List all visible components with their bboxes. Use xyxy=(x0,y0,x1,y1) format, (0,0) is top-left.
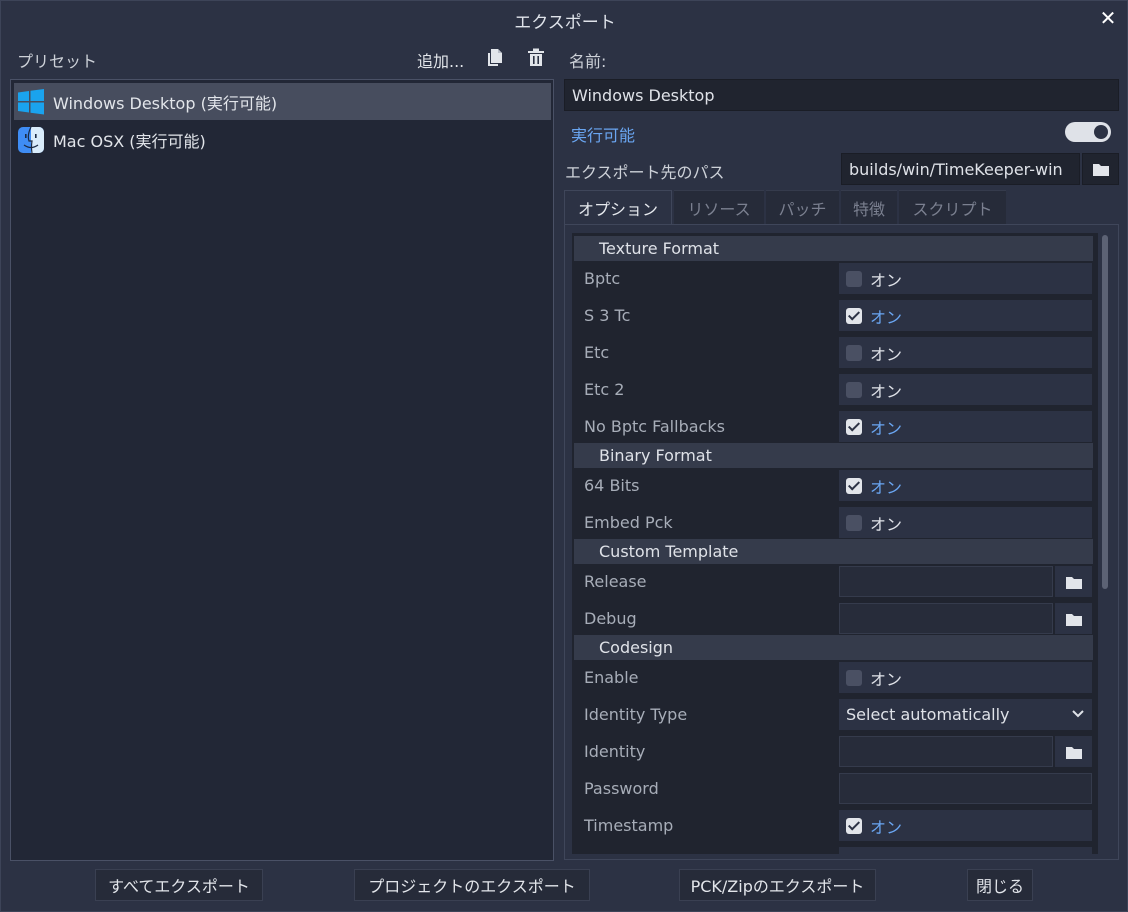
section-codesign: Codesign xyxy=(574,635,1093,660)
tab-options[interactable]: オプション xyxy=(564,190,672,225)
export-all-button[interactable]: すべてエクスポート xyxy=(95,869,263,901)
add-preset-button[interactable]: 追加... xyxy=(417,48,464,72)
on-text: オン xyxy=(870,344,903,364)
preset-item-mac-osx[interactable]: Mac OSX (実行可能) xyxy=(14,121,551,158)
prop-value-embed-pck: オン xyxy=(839,507,1092,538)
name-field[interactable]: Windows Desktop xyxy=(564,79,1119,111)
prop-label-timestamp: Timestamp xyxy=(584,816,674,835)
prop-label-identity-type: Identity Type xyxy=(584,705,688,724)
prop-label-64-bits: 64 Bits xyxy=(584,476,640,495)
preset-item-windows-desktop[interactable]: Windows Desktop (実行可能) xyxy=(14,83,551,120)
options-scrollbar[interactable] xyxy=(1102,235,1108,589)
on-text: オン xyxy=(870,669,903,689)
prop-value-etc2: オン xyxy=(839,374,1092,405)
prop-label-bptc: Bptc xyxy=(584,269,621,288)
windows-logo-icon xyxy=(18,88,44,114)
folder-icon xyxy=(1092,164,1109,176)
prop-value-partial-row xyxy=(839,847,1092,854)
export-path-browse-button[interactable] xyxy=(1082,153,1119,185)
bptc-checkbox[interactable] xyxy=(846,270,862,287)
presets-label: プリセット xyxy=(17,52,98,71)
prop-label-etc2: Etc 2 xyxy=(584,380,625,399)
timestamp-checkbox[interactable] xyxy=(846,817,862,834)
on-text: オン xyxy=(870,381,903,401)
on-text: オン xyxy=(870,270,903,290)
runnable-toggle[interactable] xyxy=(1065,122,1111,142)
section-binary-format: Binary Format xyxy=(574,443,1093,468)
preset-list: Windows Desktop (実行可能) Mac OSX (実行可能) xyxy=(10,79,554,861)
prop-label-s3tc: S 3 Tc xyxy=(584,306,631,325)
chevron-down-icon xyxy=(1072,710,1084,718)
preset-label: Mac OSX (実行可能) xyxy=(53,131,206,151)
export-pck-zip-button[interactable]: PCK/Zipのエクスポート xyxy=(679,869,876,901)
toggle-knob xyxy=(1094,125,1108,139)
macos-finder-icon xyxy=(18,126,44,153)
on-text: オン xyxy=(870,307,903,327)
tab-patches[interactable]: パッチ xyxy=(766,190,839,225)
prop-value-etc: オン xyxy=(839,337,1092,368)
prop-label-identity: Identity xyxy=(584,742,646,761)
password-field[interactable] xyxy=(839,773,1092,804)
runnable-label: 実行可能 xyxy=(571,126,636,145)
prop-label-enable: Enable xyxy=(584,668,639,687)
close-icon[interactable]: ✕ xyxy=(1097,7,1119,29)
release-browse-button[interactable] xyxy=(1055,566,1092,597)
tab-script[interactable]: スクリプト xyxy=(899,190,1006,225)
duplicate-icon[interactable] xyxy=(486,48,508,70)
debug-browse-button[interactable] xyxy=(1055,603,1092,634)
on-text: オン xyxy=(870,817,903,837)
prop-value-no-bptc-fallbacks: オン xyxy=(839,411,1092,442)
export-path-label: エクスポート先のパス xyxy=(565,163,725,182)
name-label: 名前: xyxy=(569,52,607,71)
dialog-title: エクスポート xyxy=(514,13,616,33)
identity-field[interactable] xyxy=(839,736,1053,767)
embed-pck-checkbox[interactable] xyxy=(846,514,862,531)
folder-icon xyxy=(1065,576,1082,589)
title-bar: エクスポート ✕ xyxy=(1,1,1128,37)
etc2-checkbox[interactable] xyxy=(846,381,862,398)
debug-template-field[interactable] xyxy=(839,603,1053,634)
on-text: オン xyxy=(870,477,903,497)
options-inspector: Texture Format Bptc オン S 3 Tc オン Etc オン … xyxy=(572,233,1098,854)
enable-checkbox[interactable] xyxy=(846,669,862,686)
identity-type-dropdown[interactable]: Select automatically xyxy=(839,699,1092,730)
identity-browse-button[interactable] xyxy=(1055,736,1092,767)
preset-label: Windows Desktop (実行可能) xyxy=(53,93,278,113)
tab-features[interactable]: 特徴 xyxy=(841,190,897,225)
prop-value-bptc: オン xyxy=(839,263,1092,294)
export-dialog: エクスポート ✕ プリセット 追加... Windows Desktop (実行… xyxy=(0,0,1128,912)
prop-label-etc: Etc xyxy=(584,343,610,362)
export-project-button[interactable]: プロジェクトのエクスポート xyxy=(354,869,590,901)
prop-value-64-bits: オン xyxy=(839,470,1092,501)
no-bptc-fallbacks-checkbox[interactable] xyxy=(846,418,862,435)
prop-label-release: Release xyxy=(584,572,647,591)
export-path-field[interactable]: builds/win/TimeKeeper-win xyxy=(841,153,1080,185)
prop-value-s3tc: オン xyxy=(839,300,1092,331)
prop-label-embed-pck: Embed Pck xyxy=(584,513,673,532)
section-texture-format: Texture Format xyxy=(574,236,1093,261)
on-text: オン xyxy=(870,418,903,438)
section-custom-template: Custom Template xyxy=(574,539,1093,564)
identity-type-value: Select automatically xyxy=(846,705,1010,724)
release-template-field[interactable] xyxy=(839,566,1053,597)
close-button[interactable]: 閉じる xyxy=(967,869,1033,901)
prop-label-debug: Debug xyxy=(584,609,637,628)
prop-label-no-bptc-fallbacks: No Bptc Fallbacks xyxy=(584,417,725,436)
prop-value-enable: オン xyxy=(839,662,1092,693)
tab-resources[interactable]: リソース xyxy=(674,190,764,225)
folder-icon xyxy=(1065,746,1082,759)
folder-icon xyxy=(1065,613,1082,626)
64-bits-checkbox[interactable] xyxy=(846,477,862,494)
prop-label-password: Password xyxy=(584,779,659,798)
etc-checkbox[interactable] xyxy=(846,344,862,361)
prop-value-timestamp: オン xyxy=(839,810,1092,841)
s3tc-checkbox[interactable] xyxy=(846,307,862,324)
trash-icon[interactable] xyxy=(527,48,549,70)
on-text: オン xyxy=(870,514,903,534)
